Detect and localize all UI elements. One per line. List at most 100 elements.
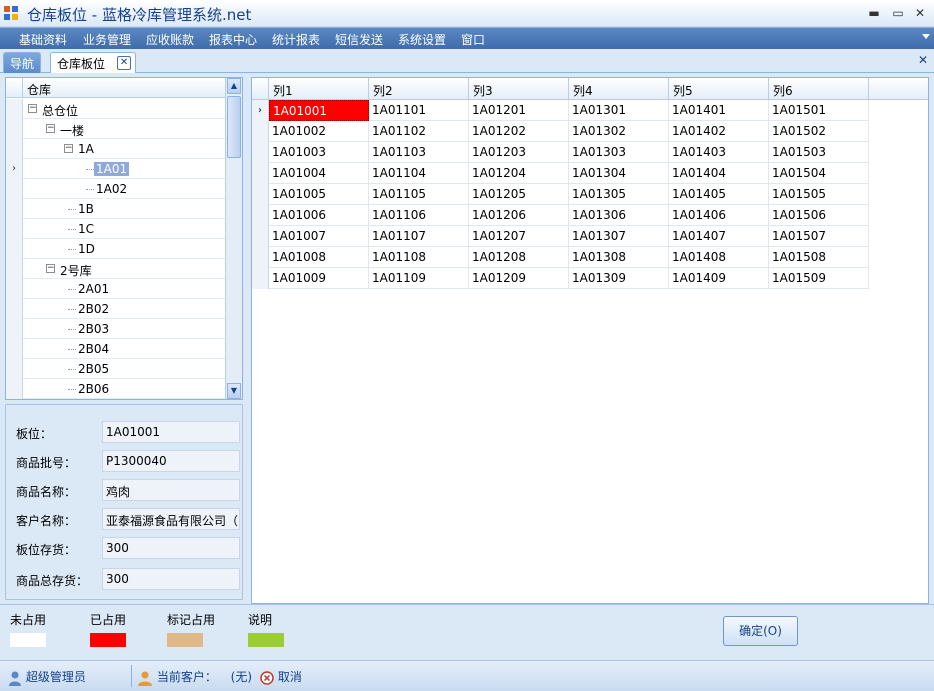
tab-warehouse-slots[interactable]: 仓库板位 ✕ xyxy=(50,52,137,73)
slot-cell[interactable]: 1A01502 xyxy=(769,121,869,142)
slot-cell[interactable]: 1A01209 xyxy=(469,268,569,289)
slot-cell[interactable]: 1A01109 xyxy=(369,268,469,289)
slot-cell[interactable]: 1A01002 xyxy=(269,121,369,142)
slot-cell[interactable]: 1A01301 xyxy=(569,100,669,121)
slot-cell[interactable]: 1A01308 xyxy=(569,247,669,268)
menu-system-settings[interactable]: 系统设置 xyxy=(398,31,446,48)
slot-cell[interactable]: 1A01208 xyxy=(469,247,569,268)
slot-cell[interactable]: 1A01101 xyxy=(369,100,469,121)
close-window-button[interactable]: ✕ xyxy=(910,4,930,22)
scroll-thumb[interactable] xyxy=(227,96,241,158)
slot-cell[interactable]: 1A01508 xyxy=(769,247,869,268)
slot-cell[interactable]: 1A01507 xyxy=(769,226,869,247)
table-row[interactable]: › 1A01001 1A01101 1A01201 1A01301 1A01401 1A01… xyxy=(252,100,869,121)
slot-cell[interactable]: 1A01402 xyxy=(669,121,769,142)
slot-cell[interactable]: 1A01407 xyxy=(669,226,769,247)
tree-node[interactable]: 1A02 xyxy=(6,179,226,199)
slot-cell[interactable]: 1A01103 xyxy=(369,142,469,163)
tree-node[interactable]: −1A xyxy=(6,139,226,159)
slot-cell[interactable]: 1A01008 xyxy=(269,247,369,268)
slot-cell[interactable]: 1A01206 xyxy=(469,205,569,226)
menu-business[interactable]: 业务管理 xyxy=(83,31,131,48)
collapse-icon[interactable]: − xyxy=(28,104,37,113)
tree-node[interactable]: 2B02 xyxy=(6,299,226,319)
grid-column-header[interactable]: 列6 xyxy=(769,78,869,100)
slot-cell[interactable]: 1A01503 xyxy=(769,142,869,163)
grid-column-header[interactable]: 列4 xyxy=(569,78,669,100)
grid-column-header[interactable]: 列2 xyxy=(369,78,469,100)
scroll-down-icon[interactable]: ▼ xyxy=(227,383,241,399)
tree-scrollbar[interactable]: ▲ ▼ xyxy=(225,78,242,399)
slot-cell[interactable]: 1A01306 xyxy=(569,205,669,226)
slot-cell[interactable]: 1A01406 xyxy=(669,205,769,226)
grid-column-header[interactable]: 列1 xyxy=(269,78,369,100)
slot-cell[interactable]: 1A01107 xyxy=(369,226,469,247)
menu-statistics[interactable]: 统计报表 xyxy=(272,31,320,48)
tree-node[interactable]: 1B xyxy=(6,199,226,219)
slot-cell[interactable]: 1A01006 xyxy=(269,205,369,226)
slot-cell[interactable]: 1A01106 xyxy=(369,205,469,226)
tree-node[interactable]: 1D xyxy=(6,239,226,259)
minimize-button[interactable]: ▬ xyxy=(864,4,884,22)
slot-cell[interactable]: 1A01408 xyxy=(669,247,769,268)
slot-cell[interactable]: 1A01007 xyxy=(269,226,369,247)
table-row[interactable]: 1A01009 1A01109 1A01209 1A01309 1A01409 1A015… xyxy=(252,268,869,289)
close-all-tabs-icon[interactable]: ✕ xyxy=(918,53,928,67)
slot-cell[interactable]: 1A01504 xyxy=(769,163,869,184)
slot-cell[interactable]: 1A01204 xyxy=(469,163,569,184)
menu-basic-data[interactable]: 基础资料 xyxy=(19,31,67,48)
slot-cell[interactable]: 1A01104 xyxy=(369,163,469,184)
scroll-up-icon[interactable]: ▲ xyxy=(227,78,241,94)
collapse-icon[interactable]: − xyxy=(46,264,55,273)
tree-node[interactable]: −2号库 xyxy=(6,259,226,279)
slot-cell[interactable]: 1A01506 xyxy=(769,205,869,226)
collapse-icon[interactable]: − xyxy=(64,144,73,153)
slot-cell[interactable]: 1A01102 xyxy=(369,121,469,142)
slot-cell[interactable]: 1A01302 xyxy=(569,121,669,142)
menu-report-center[interactable]: 报表中心 xyxy=(209,31,257,48)
menu-receivables[interactable]: 应收账款 xyxy=(146,31,194,48)
tree-node[interactable]: › 1A01 xyxy=(6,159,226,179)
slot-grid[interactable]: 列1 列2 列3 列4 列5 列6 › 1A01001 1A01101 1A01201… xyxy=(251,77,929,604)
menu-window[interactable]: 窗口 xyxy=(461,31,485,48)
close-icon[interactable]: ✕ xyxy=(117,56,132,70)
slot-cell[interactable]: 1A01305 xyxy=(569,184,669,205)
tree-node[interactable]: 1C xyxy=(6,219,226,239)
slot-cell[interactable]: 1A01005 xyxy=(269,184,369,205)
slot-cell[interactable]: 1A01304 xyxy=(569,163,669,184)
slot-cell[interactable]: 1A01401 xyxy=(669,100,769,121)
tree-node[interactable]: 2A01 xyxy=(6,279,226,299)
slot-cell[interactable]: 1A01509 xyxy=(769,268,869,289)
ok-button[interactable]: 确定(O) xyxy=(723,616,798,646)
tree-node[interactable]: 2B04 xyxy=(6,339,226,359)
slot-cell[interactable]: 1A01303 xyxy=(569,142,669,163)
slot-cell[interactable]: 1A01307 xyxy=(569,226,669,247)
chevron-down-icon[interactable] xyxy=(922,34,930,39)
slot-cell[interactable]: 1A01505 xyxy=(769,184,869,205)
slot-cell[interactable]: 1A01108 xyxy=(369,247,469,268)
slot-cell[interactable]: 1A01404 xyxy=(669,163,769,184)
status-cancel[interactable]: 取消 xyxy=(260,668,302,685)
tree-node[interactable]: 2B03 xyxy=(6,319,226,339)
tree-node[interactable]: 2B05 xyxy=(6,359,226,379)
table-row[interactable]: 1A01006 1A01106 1A01206 1A01306 1A01406 1A015… xyxy=(252,205,869,226)
grid-column-header[interactable]: 列5 xyxy=(669,78,769,100)
table-row[interactable]: 1A01007 1A01107 1A01207 1A01307 1A01407 1A015… xyxy=(252,226,869,247)
tree-node[interactable]: − 一楼 xyxy=(6,119,226,139)
slot-cell[interactable]: 1A01201 xyxy=(469,100,569,121)
slot-cell[interactable]: 1A01009 xyxy=(269,268,369,289)
slot-cell[interactable]: 1A01004 xyxy=(269,163,369,184)
slot-cell[interactable]: 1A01309 xyxy=(569,268,669,289)
slot-cell[interactable]: 1A01203 xyxy=(469,142,569,163)
menu-sms[interactable]: 短信发送 xyxy=(335,31,383,48)
slot-cell[interactable]: 1A01501 xyxy=(769,100,869,121)
slot-cell[interactable]: 1A01405 xyxy=(669,184,769,205)
maximize-button[interactable]: ▭ xyxy=(888,4,908,22)
slot-cell[interactable]: 1A01003 xyxy=(269,142,369,163)
warehouse-tree[interactable]: 仓库 − 总仓位 − 一楼 −1A › 1A01 1A02 1B 1C 1D −2号库 2A01 2B02… xyxy=(5,77,243,400)
slot-cell[interactable]: 1A01409 xyxy=(669,268,769,289)
slot-cell[interactable]: 1A01207 xyxy=(469,226,569,247)
collapse-icon[interactable]: − xyxy=(46,124,55,133)
table-row[interactable]: 1A01002 1A01102 1A01202 1A01302 1A01402 1A015… xyxy=(252,121,869,142)
table-row[interactable]: 1A01003 1A01103 1A01203 1A01303 1A01403 1A015… xyxy=(252,142,869,163)
